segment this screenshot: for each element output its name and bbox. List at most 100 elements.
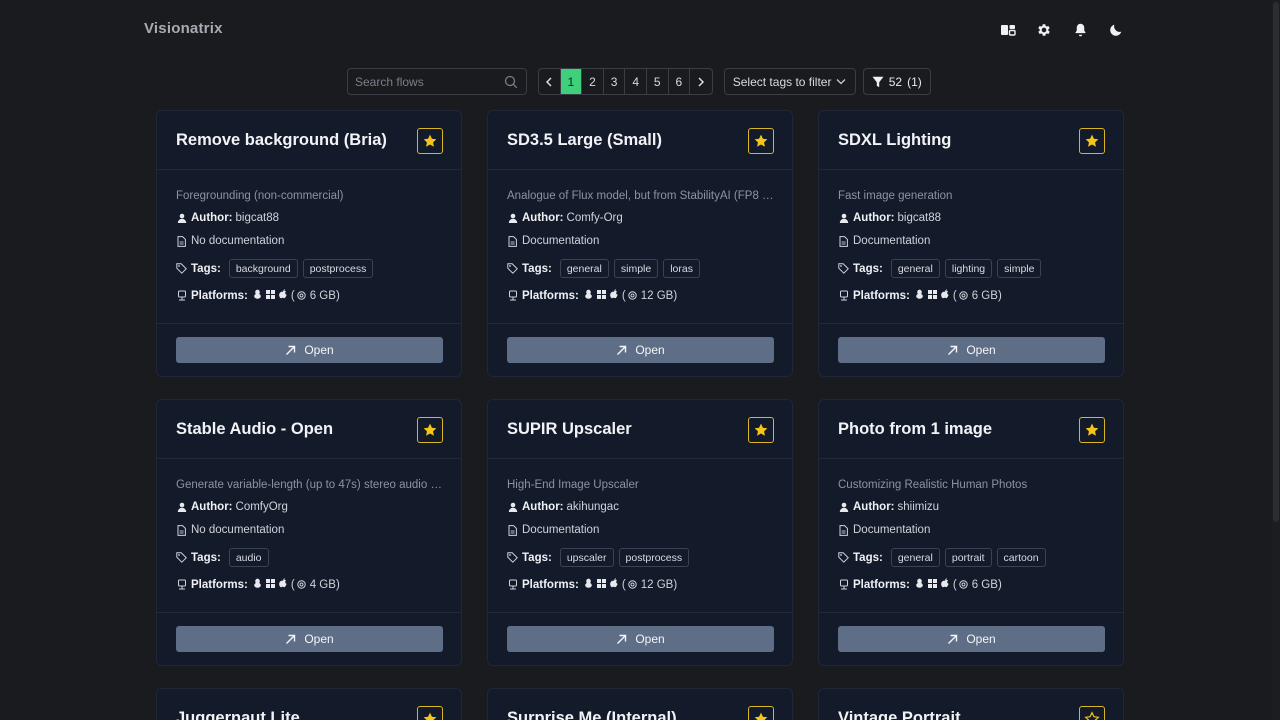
tag-chip[interactable]: general [890,548,940,567]
tag-icon [507,552,518,563]
app-title[interactable]: Visionatrix [144,20,223,37]
search-icon[interactable] [504,75,518,94]
star-outline-icon [1084,711,1100,720]
windows-icon [927,578,937,591]
tag-icon [176,552,187,563]
tag-chip[interactable]: portrait [944,548,992,567]
tags-row: Tags: general portrait cartoon [838,548,1046,567]
page-button-2[interactable]: 2 [582,69,604,94]
author-label: Author: [853,212,895,224]
windows-icon [927,289,937,302]
star-filled-icon [1084,133,1100,149]
chevron-left-icon [546,76,552,87]
card-header: Remove background (Bria) [157,111,461,170]
documentation-row: No documentation [176,524,284,536]
apple-icon [279,578,287,591]
tag-chip[interactable]: simple [997,259,1042,278]
favorite-button[interactable] [748,706,774,720]
next-page-button[interactable] [690,69,712,94]
bell-icon[interactable] [1070,20,1090,40]
chevron-down-icon [836,79,846,85]
open-button[interactable]: Open [176,337,443,363]
tag-chip[interactable]: general [890,259,940,278]
dashboard-icon[interactable] [998,20,1018,40]
document-icon [838,524,849,536]
author-row: Author: Comfy-Org [507,212,623,224]
open-button-label: Open [966,343,996,357]
documentation-link[interactable]: Documentation [853,235,930,247]
vram-close-paren: ) [335,578,340,591]
vram-size: 4 GB [309,578,336,591]
header-icons [998,20,1126,40]
tag-chip[interactable]: cartoon [996,548,1046,567]
flow-card: SDXL Lighting Fast image generation Auth… [818,110,1124,377]
open-button[interactable]: Open [507,626,774,652]
scrollbar[interactable] [1272,0,1280,720]
favorite-button[interactable] [1079,128,1105,154]
tag-chip[interactable]: general [559,259,609,278]
card-header: SDXL Lighting [819,111,1123,170]
tag-chip[interactable]: loras [663,259,700,278]
documentation-link[interactable]: Documentation [522,524,599,536]
tag-filter-select[interactable]: Select tags to filter [723,68,856,95]
author-label: Author: [522,212,564,224]
card-title: Juggernaut Lite [176,709,300,720]
favorite-button[interactable] [1079,706,1105,720]
tag-chip[interactable]: audio [228,548,269,567]
author-name: ComfyOrg [235,501,288,513]
search-input[interactable] [348,69,526,94]
tag-icon [838,263,849,274]
card-body: High-End Image Upscaler Author: akihunga… [488,459,792,613]
favorite-button[interactable] [1079,417,1105,443]
tag-icon [176,263,187,274]
flow-card: Photo from 1 image Customizing Realistic… [818,399,1124,666]
open-button[interactable]: Open [176,626,443,652]
card-body: Analogue of Flux model, but from Stabili… [488,170,792,324]
flow-card: SD3.5 Large (Small) Analogue of Flux mod… [487,110,793,377]
page-button-4[interactable]: 4 [625,69,647,94]
filter-count-button[interactable]: 52 (1) [862,68,931,95]
gpu-icon [297,291,306,300]
page-button-1[interactable]: 1 [560,69,583,94]
flow-card: Vintage Portrait [818,688,1124,720]
document-icon [507,524,518,536]
page-button-5[interactable]: 5 [647,69,669,94]
favorite-button[interactable] [417,706,443,720]
tags-label: Tags: [191,262,221,275]
open-button-label: Open [635,632,665,646]
document-icon [507,235,518,247]
moon-icon[interactable] [1106,20,1126,40]
gear-icon[interactable] [1034,20,1054,40]
author-row: Author: akihungac [507,501,619,513]
tag-chip[interactable]: postprocess [302,259,374,278]
documentation-link[interactable]: Documentation [522,235,599,247]
favorite-button[interactable] [417,128,443,154]
page-button-6[interactable]: 6 [669,69,691,94]
favorite-button[interactable] [748,128,774,154]
tag-chip[interactable]: upscaler [559,548,614,567]
card-title: SDXL Lighting [838,131,952,149]
app-root: Visionatrix 12345 [0,0,1272,720]
platforms-row: Platforms: (12 GB) [507,289,677,302]
open-button[interactable]: Open [838,337,1105,363]
open-button[interactable]: Open [507,337,774,363]
open-button[interactable]: Open [838,626,1105,652]
prev-page-button[interactable] [539,69,561,94]
favorite-button[interactable] [748,417,774,443]
tag-chip[interactable]: lighting [944,259,993,278]
favorite-button[interactable] [417,417,443,443]
documentation-row: Documentation [838,524,930,536]
star-filled-icon [753,422,769,438]
user-icon [176,213,187,224]
card-title: Vintage Portrait [838,709,961,720]
gpu-icon [959,291,968,300]
scrollbar-thumb[interactable] [1273,2,1279,522]
tag-chip[interactable]: simple [613,259,659,278]
linux-icon [915,578,924,591]
tag-chip[interactable]: postprocess [618,548,690,567]
page-button-3[interactable]: 3 [604,69,626,94]
documentation-link[interactable]: Documentation [853,524,930,536]
tag-chip[interactable]: background [228,259,298,278]
open-button-label: Open [966,632,996,646]
card-title: Surprise Me (Internal) [507,709,677,720]
